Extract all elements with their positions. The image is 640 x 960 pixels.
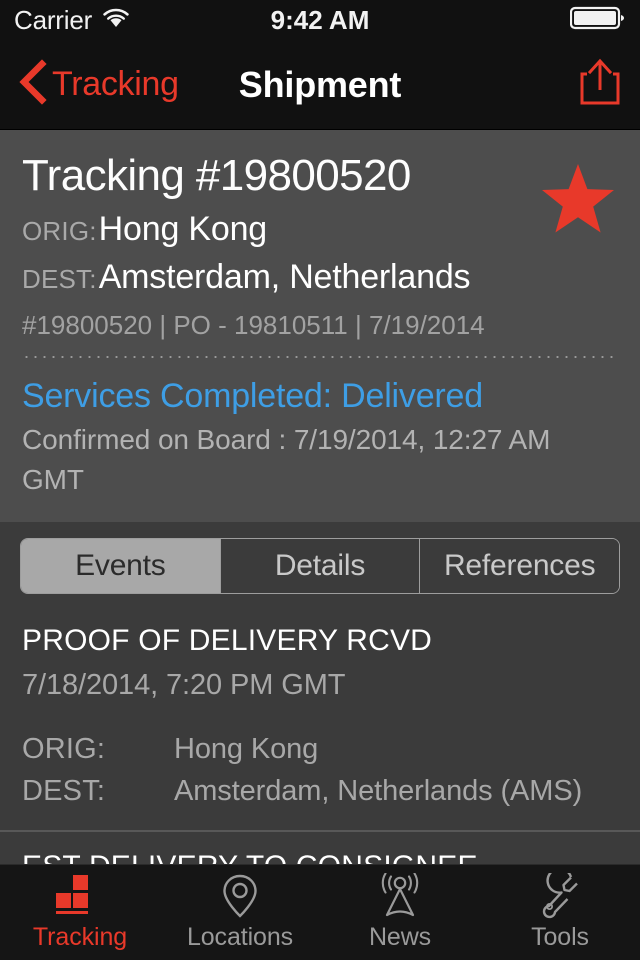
navigation-bar: Tracking Shipment	[0, 40, 640, 130]
status-bar-clock: 9:42 AM	[270, 4, 370, 35]
tab-bar-label-locations: Locations	[186, 923, 294, 951]
chevron-left-icon	[18, 59, 48, 110]
event-date: 7/18/2014, 7:20 PM GMT	[22, 669, 346, 701]
event-origin-row: ORIG: Hong Kong	[22, 728, 618, 770]
tab-bar-item-news[interactable]: News	[320, 865, 480, 960]
tab-events[interactable]: Events	[21, 539, 220, 593]
tab-events-label: Events	[75, 549, 166, 582]
tab-references-label: References	[443, 549, 596, 582]
segmented-control: Events Details References	[20, 538, 620, 594]
destination-row: DEST: Amsterdam, Netherlands	[22, 256, 618, 300]
tab-bar-label-news: News	[368, 923, 432, 951]
shipment-header-card: Tracking #19800520 ORIG: Hong Kong DEST:…	[0, 130, 640, 522]
broadcast-tower-icon	[375, 873, 425, 919]
status-bar: Carrier 9:42 AM	[0, 0, 640, 40]
tab-bar-item-tools[interactable]: Tools	[480, 865, 640, 960]
tab-references[interactable]: References	[419, 539, 619, 593]
shipment-meta-line: #19800520 | PO - 19810511 | 7/19/2014	[22, 310, 485, 340]
status-headline: Services Completed: Delivered	[22, 377, 483, 415]
origin-value: Hong Kong	[98, 210, 268, 248]
destination-label: DEST:	[22, 264, 97, 294]
event-origin-label: ORIG:	[22, 733, 106, 765]
event-destination-label: DEST:	[22, 775, 106, 807]
destination-value: Amsterdam, Netherlands	[98, 258, 471, 296]
tab-bar-item-locations[interactable]: Locations	[160, 865, 320, 960]
table-row[interactable]: PROOF OF DELIVERY RCVD 7/18/2014, 7:20 P…	[0, 606, 640, 832]
tracking-number-title: Tracking #19800520	[22, 151, 411, 200]
event-destination-row: DEST: Amsterdam, Netherlands (AMS)	[22, 770, 618, 812]
share-button[interactable]	[578, 57, 622, 112]
tab-details[interactable]: Details	[219, 539, 420, 593]
tab-bar-item-tracking[interactable]: Tracking	[0, 865, 160, 960]
tab-bar-label-tools: Tools	[531, 923, 589, 951]
shipment-status-block: Services Completed: Delivered Confirmed …	[22, 358, 618, 506]
segmented-control-container: Events Details References	[0, 522, 640, 606]
map-pin-icon	[220, 873, 260, 919]
back-button[interactable]: Tracking	[18, 59, 179, 110]
tab-details-label: Details	[274, 549, 366, 582]
origin-row: ORIG: Hong Kong	[22, 208, 618, 252]
event-spacer	[22, 706, 618, 728]
event-list: PROOF OF DELIVERY RCVD 7/18/2014, 7:20 P…	[0, 606, 640, 888]
event-origin-value: Hong Kong	[174, 733, 319, 765]
back-button-label: Tracking	[52, 65, 179, 103]
boxes-icon	[54, 873, 106, 919]
share-icon	[578, 57, 622, 112]
tab-bar: Tracking Locations News Tools	[0, 864, 640, 960]
tab-bar-label-tracking: Tracking	[32, 923, 128, 951]
wrench-icon	[537, 873, 583, 919]
status-subline: Confirmed on Board : 7/19/2014, 12:27 AM…	[22, 424, 551, 495]
shipment-screen: Carrier 9:42 AM Tracking Shipment Tracki…	[0, 0, 640, 960]
star-icon	[540, 164, 616, 240]
origin-label: ORIG:	[22, 216, 97, 246]
event-title: PROOF OF DELIVERY RCVD	[22, 624, 433, 657]
favorite-star-button[interactable]	[540, 162, 616, 241]
event-destination-value: Amsterdam, Netherlands (AMS)	[174, 775, 583, 807]
